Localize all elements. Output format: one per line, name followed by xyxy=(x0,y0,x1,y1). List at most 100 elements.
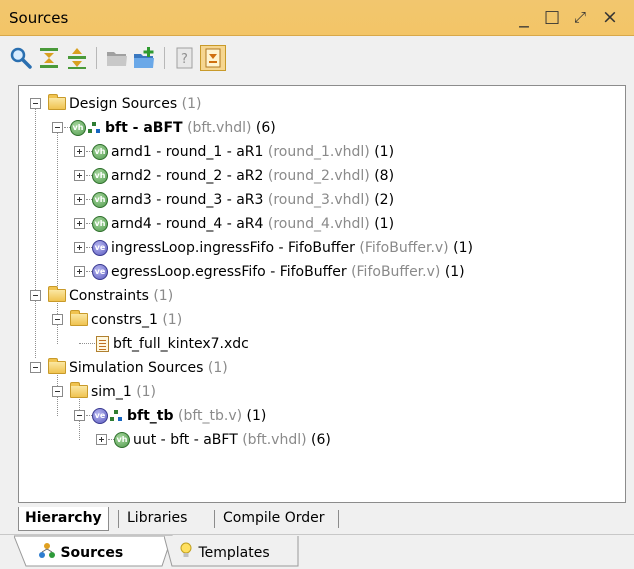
tree-node-xdc-file[interactable]: bft_full_kintex7.xdc xyxy=(19,332,619,356)
top-module-icon xyxy=(110,410,122,422)
folder-icon xyxy=(70,310,88,326)
toolbar-separator xyxy=(164,47,165,69)
tree-node-constrs-1[interactable]: constrs_1 (1) xyxy=(19,308,619,332)
node-label: bft - aBFT xyxy=(105,120,183,136)
float-button[interactable]: ⤢ xyxy=(566,4,594,30)
node-count: (6) xyxy=(311,432,331,448)
top-module-icon xyxy=(88,122,100,134)
verilog-icon: ve xyxy=(92,408,108,424)
tab-compile-order[interactable]: Compile Order xyxy=(217,507,331,531)
sources-panel: Sources _ □ ⤢ × ? Design Sources (1) vh … xyxy=(0,0,634,568)
node-file: (round_3.vhdl) xyxy=(267,192,370,208)
node-count: (1) xyxy=(444,264,465,280)
collapse-icon[interactable] xyxy=(52,314,63,325)
node-count: (2) xyxy=(374,192,395,208)
node-count: (1) xyxy=(136,384,157,400)
expand-all-icon[interactable] xyxy=(64,45,90,71)
tree-node-arnd2[interactable]: vh arnd2 - round_2 - aR2 (round_2.vhdl) … xyxy=(19,164,619,188)
node-label: constrs_1 xyxy=(91,312,158,328)
minimize-button[interactable]: _ xyxy=(510,4,538,30)
node-file: (round_2.vhdl) xyxy=(267,168,370,184)
node-file: (FifoBuffer.v) xyxy=(351,264,441,280)
node-label: sim_1 xyxy=(91,384,132,400)
node-count: (1) xyxy=(246,408,267,424)
tree-node-bft[interactable]: vh bft - aBFT (bft.vhdl) (6) xyxy=(19,116,619,140)
node-label: Design Sources xyxy=(69,96,178,112)
node-count: (1) xyxy=(453,240,473,256)
node-label: bft_tb xyxy=(127,408,174,424)
maximize-button[interactable]: □ xyxy=(538,4,566,30)
title-bar[interactable]: Sources _ □ ⤢ × xyxy=(0,0,634,36)
tree-node-arnd4[interactable]: vh arnd4 - round_4 - aR4 (round_4.vhdl) … xyxy=(19,212,619,236)
collapse-icon[interactable] xyxy=(74,410,85,421)
node-label: Simulation Sources xyxy=(69,360,204,376)
close-button[interactable]: × xyxy=(596,4,624,30)
vhdl-icon: vh xyxy=(92,192,108,208)
tree-node-uut[interactable]: vh uut - bft - aBFT (bft.vhdl) (6) xyxy=(19,428,619,452)
collapse-icon[interactable] xyxy=(30,98,41,109)
tree-node-egress[interactable]: ve egressLoop.egressFifo - FifoBuffer (F… xyxy=(19,260,619,284)
search-icon[interactable] xyxy=(8,45,34,71)
vhdl-icon: vh xyxy=(114,432,130,448)
tree-node-ingress[interactable]: ve ingressLoop.ingressFifo - FifoBuffer … xyxy=(19,236,619,260)
node-label: uut - bft - aBFT xyxy=(133,432,238,448)
collapse-all-icon[interactable] xyxy=(36,45,62,71)
node-count: (8) xyxy=(374,168,395,184)
node-label: arnd1 - round_1 - aR1 xyxy=(111,144,264,160)
folder-icon xyxy=(48,286,66,302)
node-label: arnd2 - round_2 - aR2 xyxy=(111,168,264,184)
tree-node-sim-1[interactable]: sim_1 (1) xyxy=(19,380,619,404)
vhdl-icon: vh xyxy=(92,216,108,232)
properties-icon[interactable]: ? xyxy=(172,45,198,71)
expand-icon[interactable] xyxy=(74,242,85,253)
node-file: (bft.vhdl) xyxy=(242,432,307,448)
tab-libraries[interactable]: Libraries xyxy=(121,507,193,531)
source-tree[interactable]: Design Sources (1) vh bft - aBFT (bft.vh… xyxy=(18,85,626,503)
bulb-icon xyxy=(180,542,192,557)
vhdl-icon: vh xyxy=(92,144,108,160)
sources-icon xyxy=(39,543,55,558)
tree-node-arnd1[interactable]: vh arnd1 - round_1 - aR1 (round_1.vhdl) … xyxy=(19,140,619,164)
folder-icon[interactable] xyxy=(104,45,130,71)
node-label: arnd3 - round_3 - aR3 xyxy=(111,192,264,208)
panel-title: Sources xyxy=(9,9,69,27)
node-file: (bft_tb.v) xyxy=(177,408,243,424)
vhdl-icon: vh xyxy=(70,120,86,136)
collapse-icon[interactable] xyxy=(30,290,41,301)
expand-icon[interactable] xyxy=(74,194,85,205)
expand-icon[interactable] xyxy=(74,146,85,157)
collapse-icon[interactable] xyxy=(30,362,41,373)
collapse-icon[interactable] xyxy=(52,122,63,133)
node-file: (round_1.vhdl) xyxy=(267,144,370,160)
tree-node-design-sources[interactable]: Design Sources (1) xyxy=(19,92,619,116)
node-count: (1) xyxy=(207,360,228,376)
node-label: egressLoop.egressFifo - FifoBuffer xyxy=(111,264,347,280)
node-label: Constraints xyxy=(69,288,149,304)
collapse-icon[interactable] xyxy=(52,386,63,397)
tab-templates-label: Templates xyxy=(198,545,270,561)
tab-templates[interactable]: Templates xyxy=(178,540,270,568)
set-top-icon[interactable] xyxy=(200,45,226,71)
bottom-tabs: Sources Templates xyxy=(0,534,634,568)
folder-icon xyxy=(48,358,66,374)
expand-icon[interactable] xyxy=(74,218,85,229)
node-count: (6) xyxy=(255,120,276,136)
tree-node-constraints[interactable]: Constraints (1) xyxy=(19,284,619,308)
verilog-icon: ve xyxy=(92,264,108,280)
tree-node-arnd3[interactable]: vh arnd3 - round_3 - aR3 (round_3.vhdl) … xyxy=(19,188,619,212)
toolbar: ? xyxy=(0,37,634,79)
node-label: bft_full_kintex7.xdc xyxy=(113,336,249,352)
expand-icon[interactable] xyxy=(74,266,85,277)
tree-node-simulation-sources[interactable]: Simulation Sources (1) xyxy=(19,356,619,380)
tab-sources-label: Sources xyxy=(60,545,124,561)
add-sources-icon[interactable] xyxy=(132,45,158,71)
tree-node-bft-tb[interactable]: ve bft_tb (bft_tb.v) (1) xyxy=(19,404,619,428)
tab-hierarchy[interactable]: Hierarchy xyxy=(18,507,109,531)
expand-icon[interactable] xyxy=(96,434,107,445)
node-label: ingressLoop.ingressFifo - FifoBuffer xyxy=(111,240,355,256)
expand-icon[interactable] xyxy=(74,170,85,181)
vhdl-icon: vh xyxy=(92,168,108,184)
tab-sources[interactable]: Sources xyxy=(38,540,123,568)
node-label: arnd4 - round_4 - aR4 xyxy=(111,216,264,232)
toolbar-separator xyxy=(96,47,97,69)
